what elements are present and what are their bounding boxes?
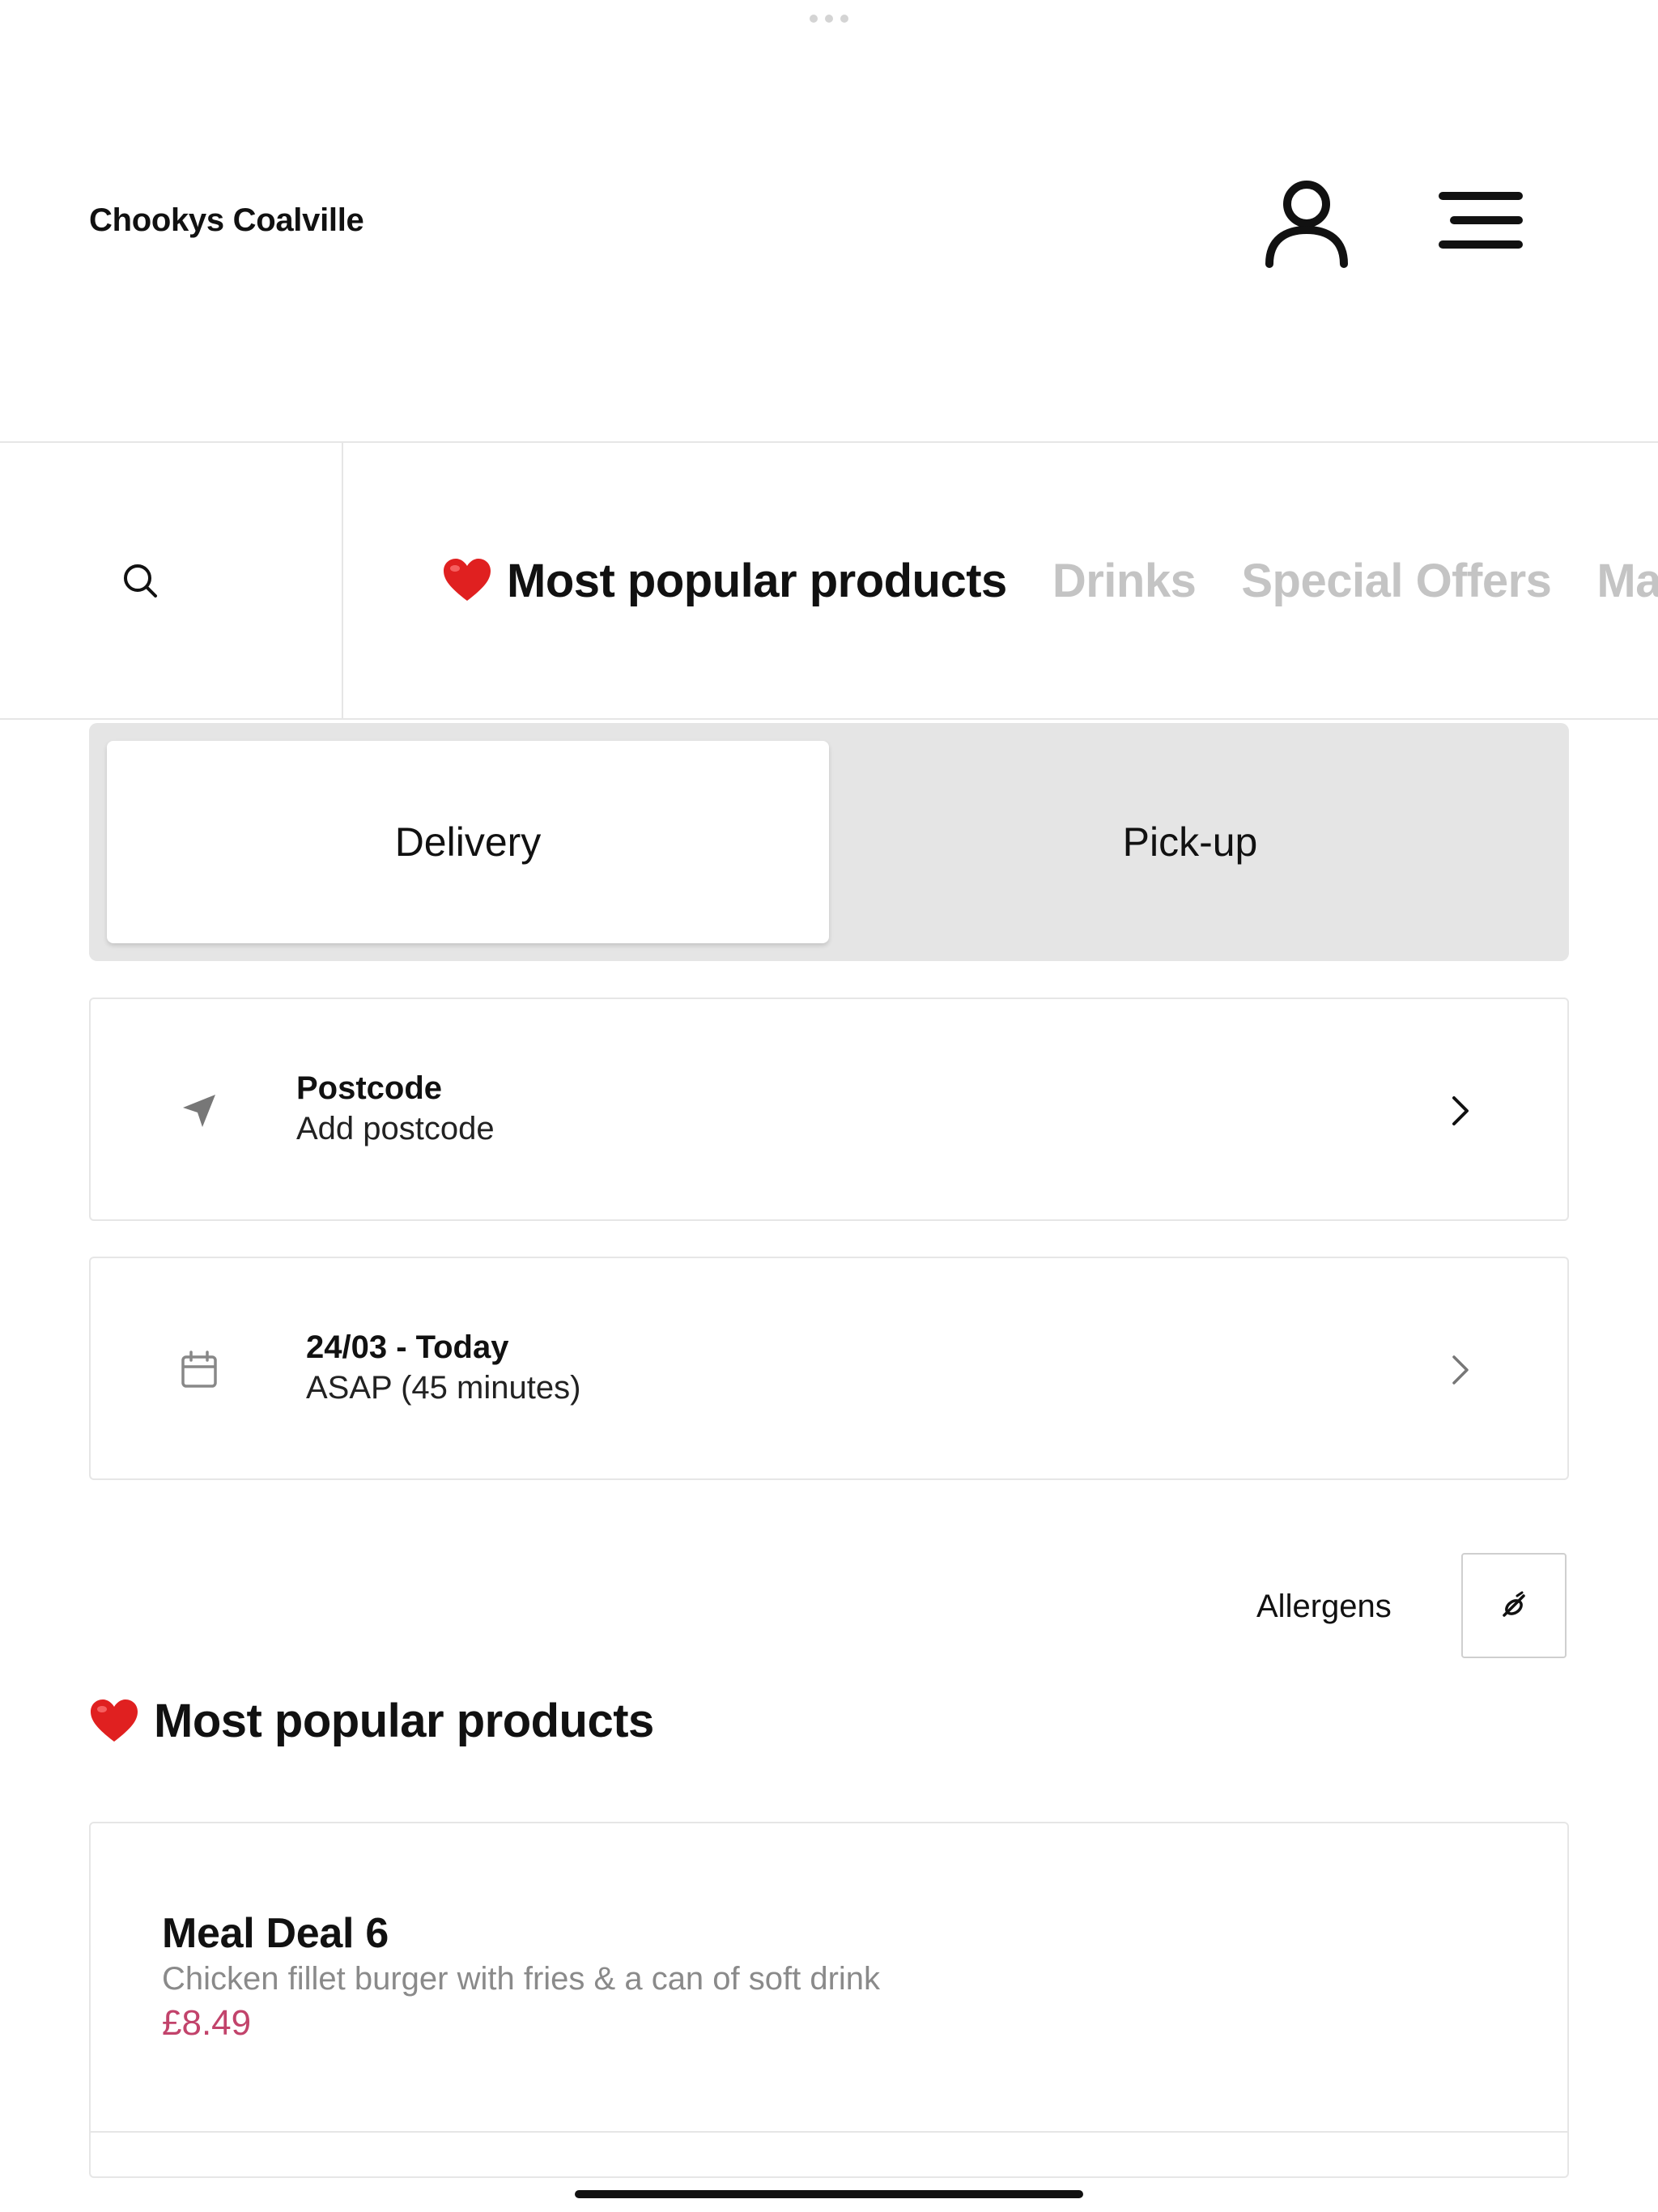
product-price: £8.49 (162, 2003, 252, 2043)
pickup-option[interactable]: Pick-up (829, 741, 1551, 943)
allergens-button[interactable] (1461, 1553, 1567, 1658)
section-heading-text: Most popular products (154, 1695, 654, 1747)
menu-button[interactable] (1433, 180, 1530, 261)
product-description: Chicken fillet burger with fries & a can… (162, 1961, 881, 1997)
product-name: Meal Deal 6 (162, 1910, 389, 1957)
tab-label: Special Offers (1241, 554, 1552, 607)
heart-icon (91, 1699, 138, 1742)
section-heading: Most popular products (89, 1694, 654, 1748)
postcode-value: Add postcode (296, 1111, 495, 1146)
product-divider (91, 2131, 1567, 2133)
postcode-title: Postcode (296, 1070, 443, 1106)
multitasking-handle[interactable] (810, 15, 848, 23)
home-indicator[interactable] (575, 2190, 1083, 2198)
category-search-button[interactable] (0, 443, 343, 718)
schedule-time: ASAP (45 minutes) (306, 1370, 581, 1406)
chevron-right-icon (1452, 1355, 1469, 1385)
delivery-option[interactable]: Delivery (107, 741, 829, 943)
handle-dot (810, 15, 818, 23)
handle-dot (825, 15, 833, 23)
tab-special-offers[interactable]: Special Offers (1241, 554, 1552, 608)
location-arrow-icon (183, 1095, 215, 1127)
category-bar: Most popular products Drinks Special Off… (0, 441, 1658, 720)
tab-label: Ma (1596, 554, 1658, 607)
search-icon (124, 564, 157, 598)
calendar-icon (181, 1351, 217, 1388)
tab-label: Most popular products (507, 554, 1007, 607)
tab-label: Drinks (1052, 554, 1197, 607)
schedule-date: 24/03 - Today (306, 1329, 509, 1365)
account-button[interactable] (1255, 172, 1358, 275)
tab-more[interactable]: Ma (1596, 554, 1658, 608)
hamburger-menu-icon (1439, 192, 1523, 249)
tab-drinks[interactable]: Drinks (1052, 554, 1197, 608)
postcode-card[interactable]: Postcode Add postcode (89, 998, 1569, 1221)
heart-icon (444, 559, 491, 601)
chevron-right-icon (1452, 1096, 1469, 1125)
category-tabs: Most popular products Drinks Special Off… (442, 443, 1658, 718)
product-card[interactable]: Meal Deal 6 Chicken fillet burger with f… (89, 1822, 1569, 2178)
user-icon (1265, 181, 1348, 268)
allergens-icon (1503, 1591, 1525, 1617)
schedule-card[interactable]: 24/03 - Today ASAP (45 minutes) (89, 1257, 1569, 1480)
allergens-label: Allergens (1256, 1589, 1392, 1624)
store-name: Chookys Coalville (89, 202, 364, 238)
handle-dot (840, 15, 848, 23)
order-mode-toggle: Delivery Pick-up (89, 723, 1569, 961)
tab-most-popular[interactable]: Most popular products (442, 554, 1007, 608)
